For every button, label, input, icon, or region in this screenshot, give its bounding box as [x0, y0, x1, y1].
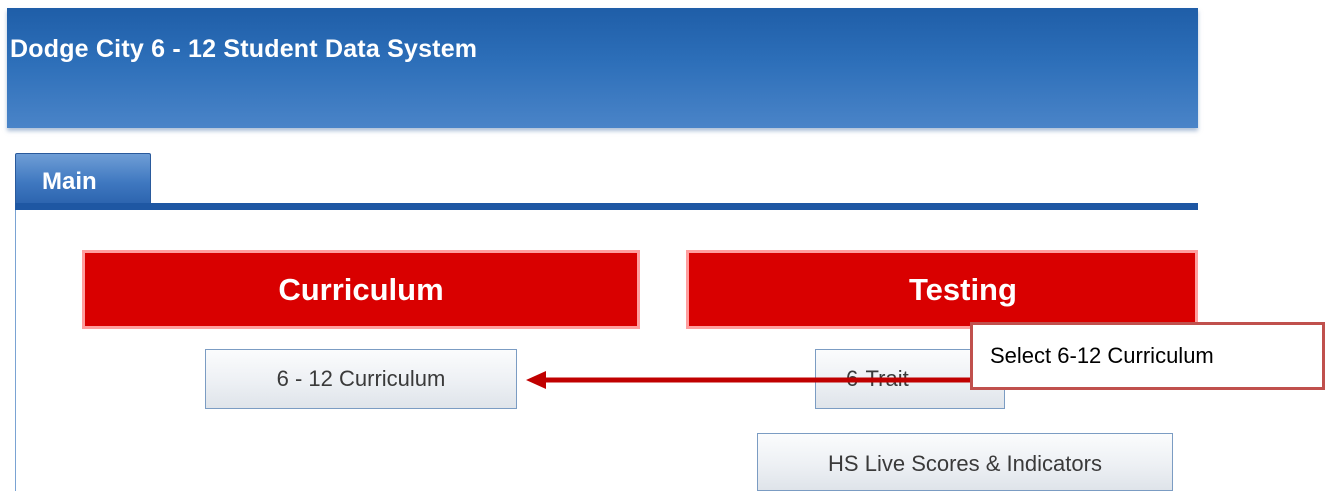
- testing-section-header: Testing: [686, 250, 1198, 329]
- app-header: Dodge City 6 - 12 Student Data System: [7, 8, 1198, 128]
- curriculum-6-12-button[interactable]: 6 - 12 Curriculum: [205, 349, 517, 409]
- screenshot-stage: Dodge City 6 - 12 Student Data System Ma…: [0, 0, 1330, 491]
- testing-section-title: Testing: [909, 272, 1017, 307]
- curriculum-section-header: Curriculum: [82, 250, 640, 329]
- hs-live-scores-button[interactable]: HS Live Scores & Indicators: [757, 433, 1173, 491]
- tab-main-label: Main: [42, 168, 97, 195]
- tab-strip: [15, 203, 1198, 210]
- callout-box: Select 6-12 Curriculum: [970, 322, 1325, 390]
- tab-main[interactable]: Main: [15, 153, 151, 206]
- app-title: Dodge City 6 - 12 Student Data System: [10, 35, 478, 63]
